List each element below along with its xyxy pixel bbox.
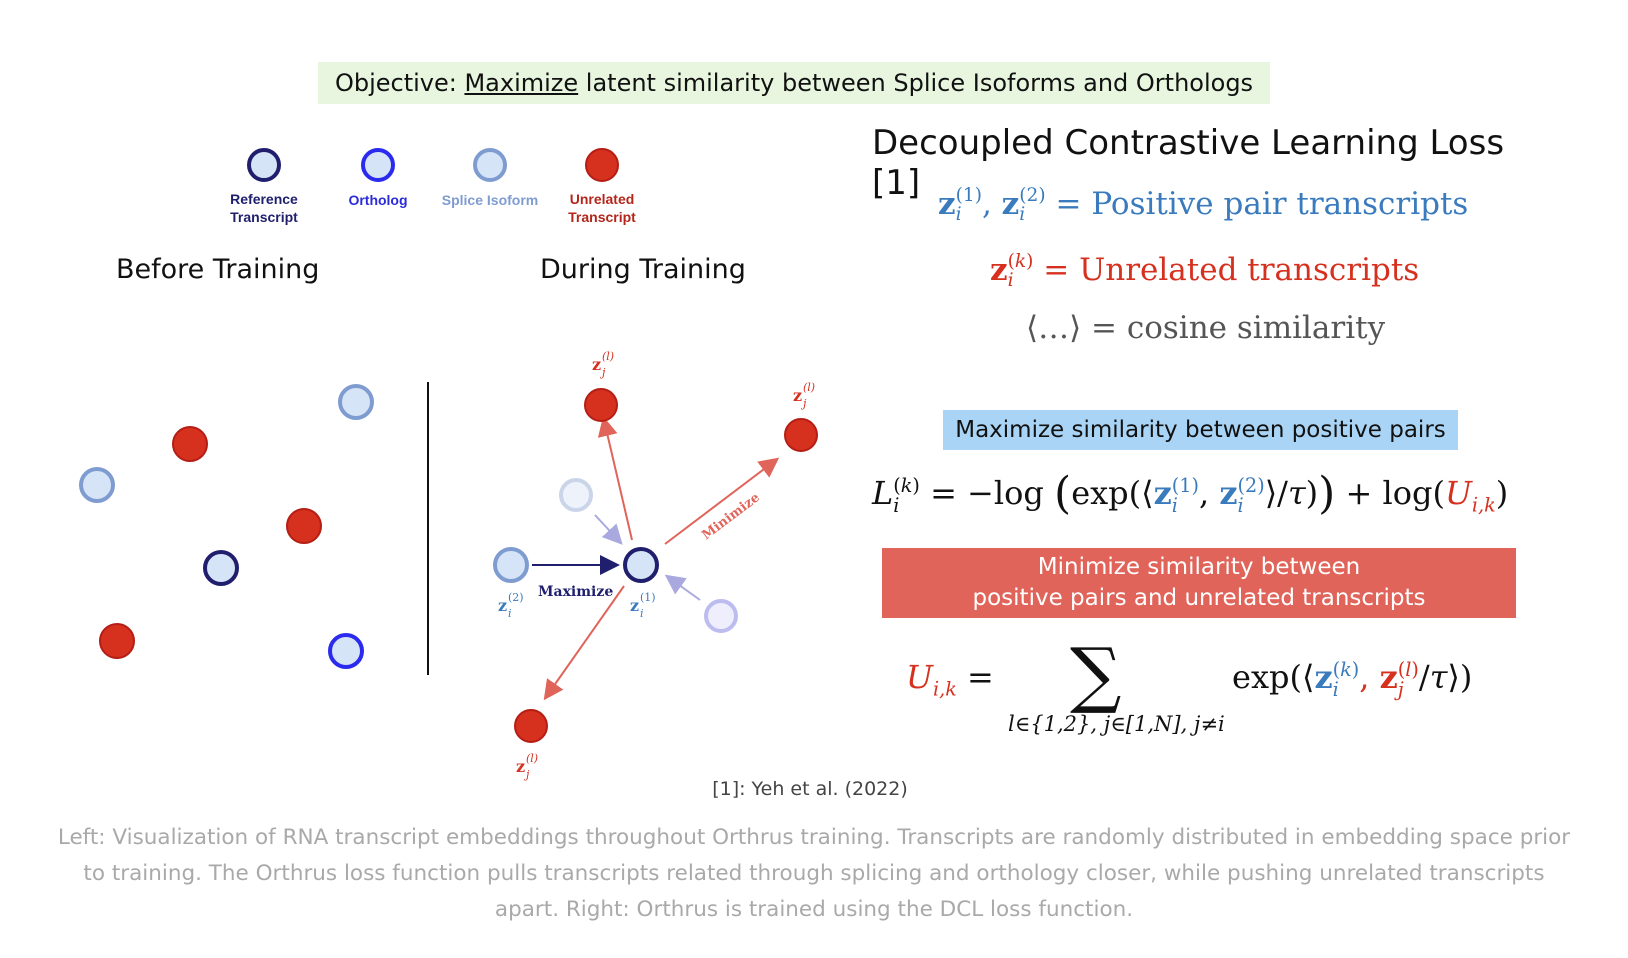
z-i2-label: z i (2) (498, 591, 524, 620)
maximize-label: Maximize (538, 584, 613, 600)
figure-caption: Left: Visualization of RNA transcript em… (57, 825, 1571, 922)
minimize-box: Minimize similarity between positive pai… (882, 548, 1516, 618)
minimize-box-line1: Minimize similarity between (1037, 554, 1361, 580)
cosine-definition: ⟨…⟩ = cosine similarity (1026, 310, 1386, 346)
reference-transcript-point (203, 550, 239, 586)
svg-text:z: z (630, 596, 639, 615)
embedding-diagram: Maximize Minimize z i (2) z i (1) z j (l… (79, 350, 818, 781)
svg-text:z: z (516, 757, 525, 776)
summation-subscript: l∈{1,2}, j∈[1,N], j≠i (1008, 712, 1225, 736)
svg-text:i: i (640, 607, 644, 620)
unrelated-point (784, 418, 818, 452)
minimize-box-line2: positive pairs and unrelated transcripts (972, 585, 1426, 611)
svg-text:(1): (1) (640, 591, 656, 604)
splice-isoform-point (493, 547, 529, 583)
ortholog-point (328, 633, 364, 669)
faded-splice-isoform-point (559, 478, 593, 512)
unrelated-desc: = Unrelated transcripts (1043, 252, 1420, 288)
z-jl-label-bottom: z j (l) (516, 752, 538, 781)
u-definition-lhs: Ui,k = (906, 658, 994, 701)
push-arrow-down (543, 585, 625, 701)
maximize-box: Maximize similarity between positive pai… (943, 410, 1458, 450)
svg-text:i: i (508, 607, 512, 620)
isoform-pull-arrow (594, 514, 623, 545)
push-arrow-up (597, 416, 633, 541)
faded-ortholog-point (704, 599, 738, 633)
unrelated-definition: z (k) i = Unrelated transcripts (990, 250, 1420, 291)
minimize-label: Minimize (699, 490, 762, 543)
unrelated-point (514, 709, 548, 743)
svg-text:(l): (l) (803, 381, 815, 394)
loss-equation: L (k) i = −log (exp(⟨z (1) i, z (2) i ⟩/τ)) + l… (872, 468, 1509, 519)
z-jl-label-top: z j (l) (592, 350, 614, 379)
positive-pair-definition: z (1) i, z (2) i = Positive pair transcripts (938, 184, 1469, 225)
unrelated-point (172, 426, 208, 462)
svg-text:z: z (793, 386, 802, 405)
z-jl-label-right: z j (l) (793, 381, 815, 410)
unrelated-point (286, 508, 322, 544)
u-definition-rhs: exp(⟨z (k) i, z (l) j/τ⟩) (1232, 658, 1473, 701)
reference-transcript-point (623, 547, 659, 583)
positive-pair-desc: = Positive pair transcripts (1055, 186, 1469, 222)
svg-text:z: z (498, 596, 507, 615)
summation-symbol: ∑ (1070, 632, 1122, 716)
splice-isoform-point (338, 384, 374, 420)
reference-citation: [1]: Yeh et al. (2022) (712, 778, 908, 800)
splice-isoform-point (79, 467, 115, 503)
z-i1-label: z i (1) (630, 591, 656, 620)
svg-text:(2): (2) (508, 591, 524, 604)
svg-text:(l): (l) (526, 752, 538, 765)
unrelated-point (99, 623, 135, 659)
svg-text:z: z (592, 355, 601, 374)
ortholog-pull-arrow (664, 574, 701, 601)
unrelated-point (584, 388, 618, 422)
svg-text:(l): (l) (602, 350, 614, 363)
